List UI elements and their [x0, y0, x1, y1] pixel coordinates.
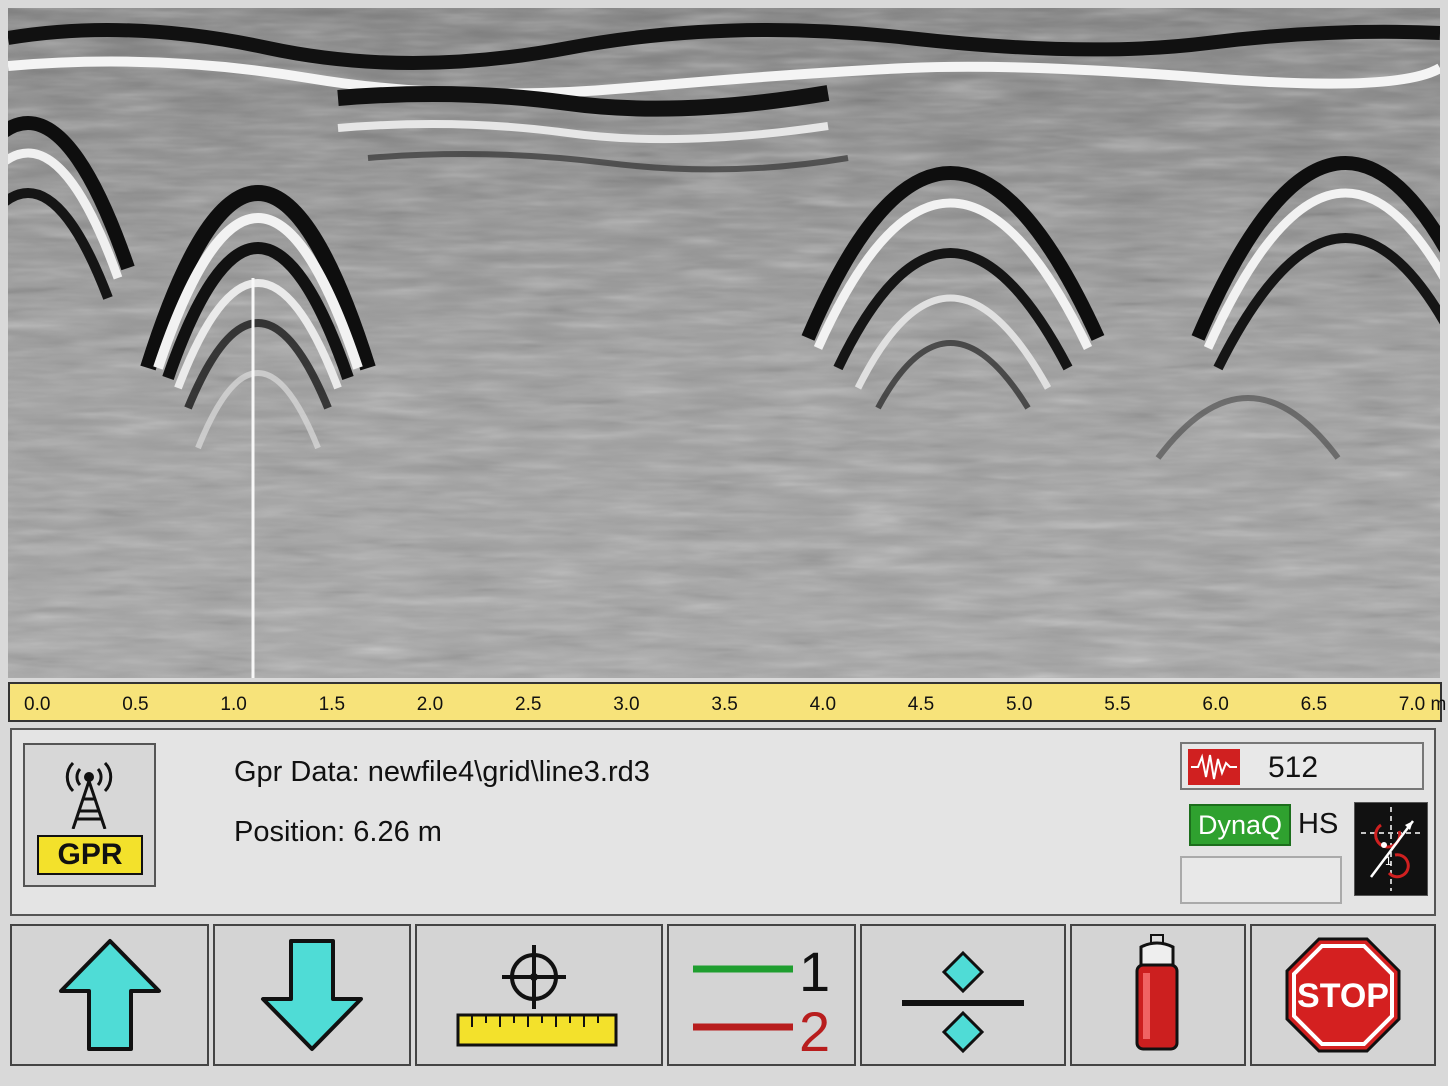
- scale-tick-label: 0.5: [122, 694, 149, 715]
- track-marker-icon: 1: [1361, 807, 1421, 891]
- arrow-down-icon: [261, 939, 363, 1051]
- scale-tick-label: 1.5: [318, 694, 346, 715]
- scale-tick-label: 3.0: [613, 694, 640, 715]
- file-path-text: Gpr Data: newfile4\grid\line3.rd3: [234, 756, 650, 788]
- track-marker-button[interactable]: 1: [1354, 802, 1428, 896]
- radargram-view[interactable]: [8, 8, 1440, 678]
- waveform-icon: [1188, 749, 1240, 790]
- track-marker-number: 1: [1385, 854, 1392, 868]
- spray-can-icon: [1135, 934, 1179, 1051]
- stop-button[interactable]: STOP: [1250, 924, 1436, 1066]
- stop-label: STOP: [1297, 977, 1389, 1015]
- position-text: Position: 6.26 m: [234, 816, 442, 848]
- stop-sign-icon: STOP: [1285, 937, 1401, 1053]
- line-markers-button[interactable]: 1 2: [667, 924, 856, 1066]
- scale-tick-label: 5.0: [1006, 694, 1033, 715]
- samples-value: 512: [1268, 751, 1319, 784]
- line-two-label: 2: [799, 1000, 830, 1055]
- empty-status-slot: [1180, 856, 1342, 904]
- line-one-label: 1: [799, 940, 830, 1003]
- arrow-up-icon: [58, 939, 161, 1051]
- scale-tick-label: 4.5: [907, 694, 935, 715]
- info-panel: GPR Gpr Data: newfile4\grid\line3.rd3 Po…: [10, 728, 1436, 916]
- line-pair-icon: 1 2: [692, 940, 830, 1055]
- dynaq-button[interactable]: DynaQ: [1189, 804, 1291, 846]
- samples-display[interactable]: 512: [1180, 742, 1424, 790]
- gpr-mode-button[interactable]: GPR: [23, 743, 156, 887]
- scale-tick-label: 0.0: [24, 694, 51, 715]
- distance-scale: 0.0 0.5 1.0 1.5 2.0 2.5 3.0 3.5 4.0 4.5 5.0 5.5 6.0 6…: [8, 682, 1446, 722]
- scale-tick-label: 6.5: [1300, 694, 1328, 715]
- move-down-button[interactable]: [213, 924, 411, 1066]
- antenna-tower-icon: [59, 753, 119, 834]
- scale-tick-label: 1.0: [220, 694, 247, 715]
- scale-tick-label: 2.5: [515, 694, 542, 715]
- hs-label: HS: [1298, 808, 1339, 840]
- measure-button[interactable]: [415, 924, 663, 1066]
- scale-tick-label: 6.0: [1202, 694, 1229, 715]
- scale-tick-label: 4.0: [809, 694, 837, 715]
- crosshair-ruler-icon: [456, 945, 618, 1047]
- gpr-screen: 0.0 0.5 1.0 1.5 2.0 2.5 3.0 3.5 4.0 4.5 5.0 5.5 6.0 6…: [0, 0, 1448, 1086]
- gpr-label: GPR: [37, 835, 143, 875]
- divide-icon: [902, 950, 1024, 1054]
- scale-tick-label: 5.5: [1104, 694, 1131, 715]
- toolbar: 1 2 STOP: [10, 924, 1436, 1066]
- scale-tick-label: 7.0 m: [1398, 694, 1447, 715]
- scale-tick-label: 2.0: [416, 694, 444, 715]
- scale-tick-label: 3.5: [711, 694, 738, 715]
- split-button[interactable]: [860, 924, 1066, 1066]
- move-up-button[interactable]: [10, 924, 209, 1066]
- spray-mark-button[interactable]: [1070, 924, 1246, 1066]
